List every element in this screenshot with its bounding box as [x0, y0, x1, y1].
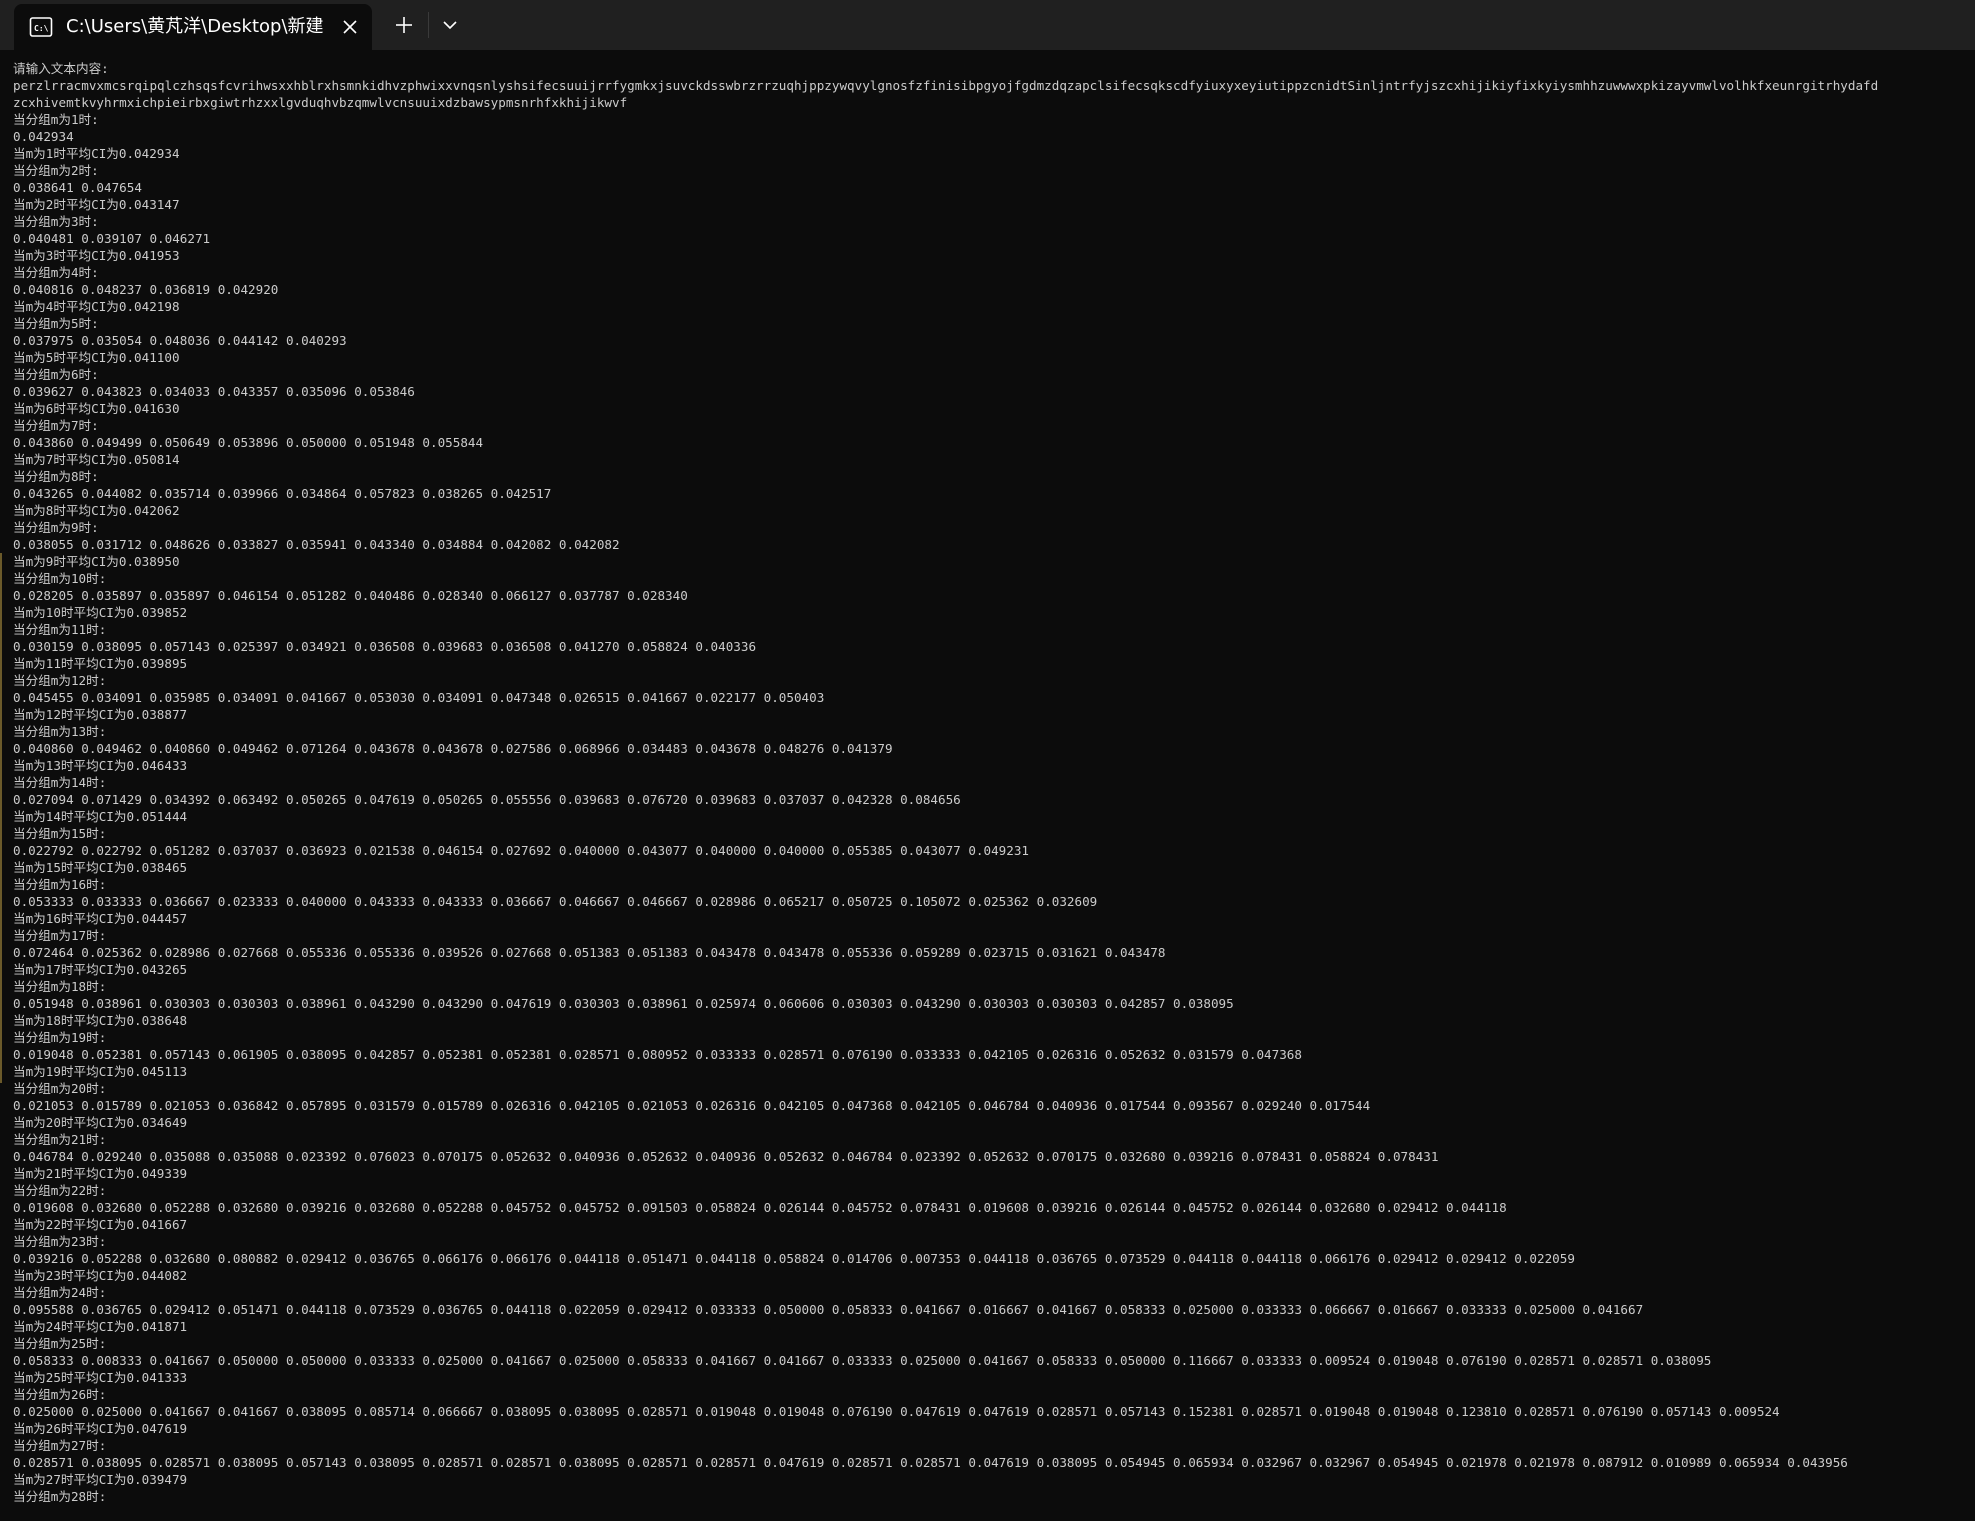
tab-bar: C:\ C:\Users\黄芃洋\Desktop\新建: [0, 0, 1975, 50]
terminal-line: 当m为6时平均CI为0.041630: [13, 401, 180, 416]
terminal-line: 当m为13时平均CI为0.046433: [13, 758, 188, 773]
terminal-line: 当分组m为23时:: [13, 1234, 107, 1249]
terminal-line: perzlrracmvxmcsrqipqlczhsqsfcvrihwsxxhbl…: [13, 78, 1879, 93]
new-tab-icon[interactable]: [382, 6, 426, 44]
terminal-line: 0.043860 0.049499 0.050649 0.053896 0.05…: [13, 435, 484, 450]
terminal-line: 当分组m为18时:: [13, 979, 107, 994]
terminal-line: 当分组m为21时:: [13, 1132, 107, 1147]
terminal-line: 当分组m为11时:: [13, 622, 107, 637]
terminal-line: 0.019608 0.032680 0.052288 0.032680 0.03…: [13, 1200, 1507, 1215]
terminal-line: 0.095588 0.036765 0.029412 0.051471 0.04…: [13, 1302, 1644, 1317]
terminal-line: 当m为15时平均CI为0.038465: [13, 860, 188, 875]
terminal-line: 当分组m为25时:: [13, 1336, 107, 1351]
terminal-line: 0.058333 0.008333 0.041667 0.050000 0.05…: [13, 1353, 1712, 1368]
terminal-line: 当分组m为3时:: [13, 214, 99, 229]
terminal-line: 0.039627 0.043823 0.034033 0.043357 0.03…: [13, 384, 415, 399]
terminal-line: 当分组m为16时:: [13, 877, 107, 892]
svg-text:C:\: C:\: [34, 24, 49, 33]
terminal-line: 0.039216 0.052288 0.032680 0.080882 0.02…: [13, 1251, 1575, 1266]
close-icon[interactable]: [340, 17, 360, 37]
terminal-line: 0.027094 0.071429 0.034392 0.063492 0.05…: [13, 792, 961, 807]
terminal-line: 当m为18时平均CI为0.038648: [13, 1013, 188, 1028]
terminal-line: 当m为25时平均CI为0.041333: [13, 1370, 188, 1385]
terminal-line: 当分组m为1时:: [13, 112, 99, 127]
terminal-line: 当分组m为20时:: [13, 1081, 107, 1096]
terminal-line: 0.025000 0.025000 0.041667 0.041667 0.03…: [13, 1404, 1780, 1419]
terminal-line: 当m为12时平均CI为0.038877: [13, 707, 188, 722]
terminal-line: 0.045455 0.034091 0.035985 0.034091 0.04…: [13, 690, 825, 705]
scroll-mark: [0, 553, 2, 1083]
terminal-tab[interactable]: C:\ C:\Users\黄芃洋\Desktop\新建: [14, 4, 372, 50]
terminal-line: 当m为20时平均CI为0.034649: [13, 1115, 188, 1130]
terminal-output[interactable]: 请输入文本内容: perzlrracmvxmcsrqipqlczhsqsfcvri…: [0, 50, 1975, 1521]
terminal-line: 当分组m为5时:: [13, 316, 99, 331]
terminal-line: 当m为4时平均CI为0.042198: [13, 299, 180, 314]
chevron-down-icon[interactable]: [428, 6, 472, 44]
terminal-line: 当m为7时平均CI为0.050814: [13, 452, 180, 467]
tab-title: C:\Users\黄芃洋\Desktop\新建: [66, 16, 324, 37]
terminal-line: 0.037975 0.035054 0.048036 0.044142 0.04…: [13, 333, 347, 348]
terminal-line: 0.028205 0.035897 0.035897 0.046154 0.05…: [13, 588, 688, 603]
terminal-line: 0.042934: [13, 129, 74, 144]
terminal-line: 0.019048 0.052381 0.057143 0.061905 0.03…: [13, 1047, 1302, 1062]
terminal-line: 当分组m为9时:: [13, 520, 99, 535]
terminal-line: 0.038641 0.047654: [13, 180, 142, 195]
terminal-line: 当分组m为8时:: [13, 469, 99, 484]
terminal-line: 当m为3时平均CI为0.041953: [13, 248, 180, 263]
terminal-line: 当m为21时平均CI为0.049339: [13, 1166, 188, 1181]
terminal-line: 当m为27时平均CI为0.039479: [13, 1472, 188, 1487]
terminal-line: 当m为19时平均CI为0.045113: [13, 1064, 188, 1079]
terminal-line: 当分组m为10时:: [13, 571, 107, 586]
terminal-line: 0.040860 0.049462 0.040860 0.049462 0.07…: [13, 741, 893, 756]
terminal-line: 当分组m为24时:: [13, 1285, 107, 1300]
terminal-line: 0.051948 0.038961 0.030303 0.030303 0.03…: [13, 996, 1234, 1011]
terminal-line: 0.021053 0.015789 0.021053 0.036842 0.05…: [13, 1098, 1371, 1113]
terminal-line: 当分组m为17时:: [13, 928, 107, 943]
terminal-line: 0.046784 0.029240 0.035088 0.035088 0.02…: [13, 1149, 1439, 1164]
terminal-line: 当分组m为2时:: [13, 163, 99, 178]
terminal-line: 0.028571 0.038095 0.028571 0.038095 0.05…: [13, 1455, 1848, 1470]
terminal-line: 当分组m为14时:: [13, 775, 107, 790]
terminal-line: 0.040481 0.039107 0.046271: [13, 231, 211, 246]
terminal-line: 当m为9时平均CI为0.038950: [13, 554, 180, 569]
terminal-line: 0.030159 0.038095 0.057143 0.025397 0.03…: [13, 639, 757, 654]
terminal-line: 0.043265 0.044082 0.035714 0.039966 0.03…: [13, 486, 552, 501]
terminal-line: 当m为5时平均CI为0.041100: [13, 350, 180, 365]
terminal-line: 0.053333 0.033333 0.036667 0.023333 0.04…: [13, 894, 1098, 909]
terminal-line: 当m为26时平均CI为0.047619: [13, 1421, 188, 1436]
terminal-line: 当分组m为13时:: [13, 724, 107, 739]
terminal-window: C:\ C:\Users\黄芃洋\Desktop\新建 请输入文本内容: perz…: [0, 0, 1975, 1521]
terminal-line: 当分组m为7时:: [13, 418, 99, 433]
terminal-line: 0.040816 0.048237 0.036819 0.042920: [13, 282, 279, 297]
terminal-line: 当m为1时平均CI为0.042934: [13, 146, 180, 161]
terminal-line: 当m为22时平均CI为0.041667: [13, 1217, 188, 1232]
terminal-line: 当分组m为26时:: [13, 1387, 107, 1402]
terminal-line: zcxhivemtkvyhrmxichpieirbxgiwtrhzxxlgvdu…: [13, 95, 628, 110]
terminal-line: 当m为16时平均CI为0.044457: [13, 911, 188, 926]
terminal-line: 当m为8时平均CI为0.042062: [13, 503, 180, 518]
terminal-line: 0.022792 0.022792 0.051282 0.037037 0.03…: [13, 843, 1029, 858]
console-icon: C:\: [29, 17, 53, 37]
terminal-line: 当m为10时平均CI为0.039852: [13, 605, 188, 620]
terminal-line: 当m为11时平均CI为0.039895: [13, 656, 188, 671]
terminal-line: 当m为17时平均CI为0.043265: [13, 962, 188, 977]
terminal-line: 当分组m为6时:: [13, 367, 99, 382]
terminal-line: 当分组m为28时:: [13, 1489, 107, 1504]
terminal-line: 当分组m为22时:: [13, 1183, 107, 1198]
terminal-line: 当m为23时平均CI为0.044082: [13, 1268, 188, 1283]
terminal-line: 当分组m为4时:: [13, 265, 99, 280]
terminal-line: 请输入文本内容:: [13, 61, 109, 76]
terminal-line: 当分组m为19时:: [13, 1030, 107, 1045]
terminal-line: 当分组m为15时:: [13, 826, 107, 841]
terminal-line: 当分组m为12时:: [13, 673, 107, 688]
terminal-line: 当分组m为27时:: [13, 1438, 107, 1453]
terminal-line: 当m为24时平均CI为0.041871: [13, 1319, 188, 1334]
terminal-line: 当m为14时平均CI为0.051444: [13, 809, 188, 824]
terminal-line: 0.072464 0.025362 0.028986 0.027668 0.05…: [13, 945, 1166, 960]
terminal-line: 0.038055 0.031712 0.048626 0.033827 0.03…: [13, 537, 620, 552]
terminal-line: 当m为2时平均CI为0.043147: [13, 197, 180, 212]
